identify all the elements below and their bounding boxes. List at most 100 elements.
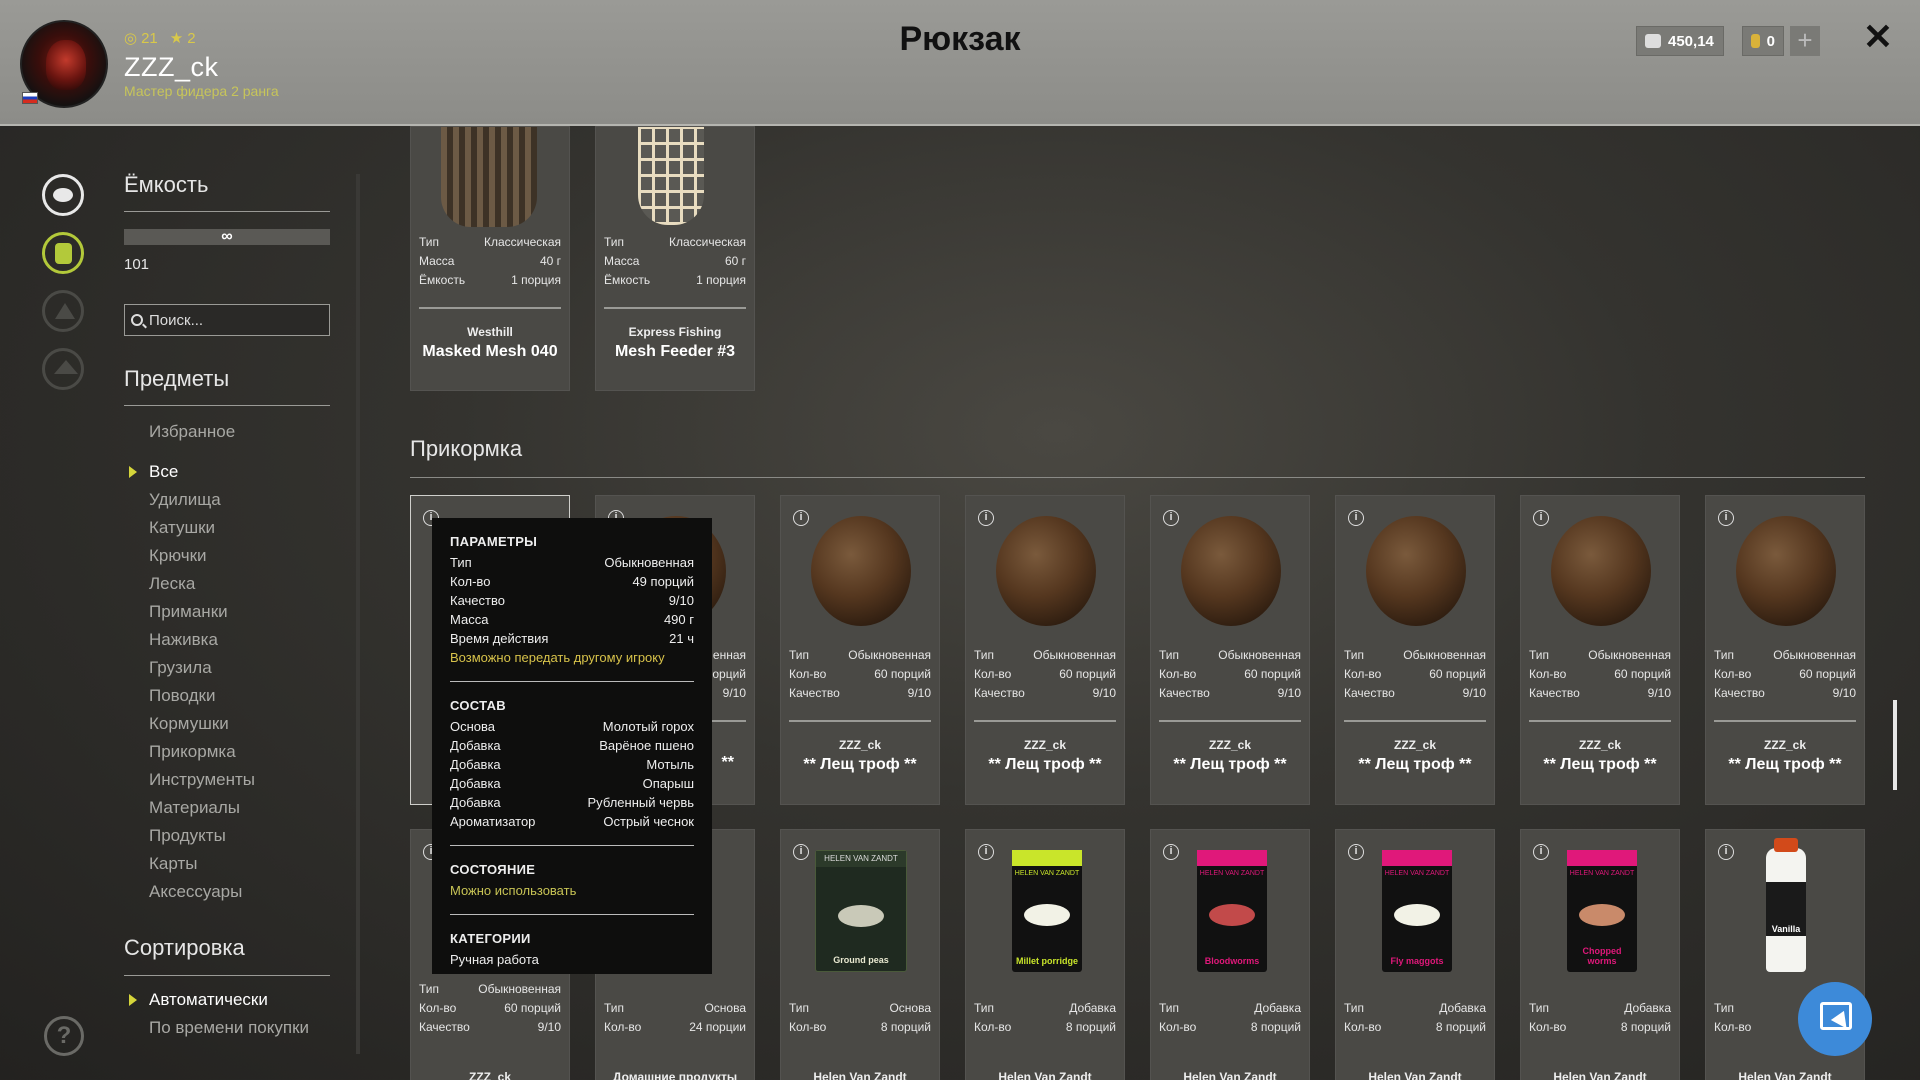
item-specs: Тип Обыкновенная Кол-во 60 порций Качество… <box>974 646 1116 703</box>
category-maps[interactable]: Карты <box>149 850 255 878</box>
spec-label: Тип <box>419 982 440 996</box>
category-food[interactable]: Продукты <box>149 822 255 850</box>
spec-value: 8 порций <box>1435 1020 1486 1034</box>
gold-balance: 0 <box>1742 26 1784 56</box>
info-icon[interactable]: i <box>1163 844 1179 860</box>
spec-value: 8 порций <box>880 1020 931 1034</box>
search-input[interactable] <box>149 311 319 329</box>
spec-value: Основа <box>704 1001 746 1015</box>
item-brand: Helen Van Zandt <box>1553 1070 1647 1080</box>
item-card[interactable]: i Тип Обыкновенная Кол-во 60 порций Качест… <box>1150 495 1310 805</box>
help-button[interactable]: ? <box>44 1016 84 1056</box>
info-icon[interactable]: i <box>1533 510 1549 526</box>
item-card[interactable]: Тип Классическая Масса 40 г Ёмкость 1 порци… <box>410 126 570 391</box>
item-card[interactable]: i Тип Обыкновенная Кол-во 60 порций Качест… <box>780 495 940 805</box>
fish-graphic <box>1579 904 1625 926</box>
category-lures[interactable]: Приманки <box>149 598 255 626</box>
tooltip-value: Молотый горох <box>602 719 694 734</box>
category-line[interactable]: Леска <box>149 570 255 598</box>
player-rank: Мастер фидера 2 ранга <box>124 83 279 99</box>
spec-value: 9/10 <box>537 1020 561 1034</box>
fly-maggots-package-image: HELEN VAN ZANDT Fly maggots <box>1382 850 1452 972</box>
category-reels[interactable]: Катушки <box>149 514 255 542</box>
spec-value: 9/10 <box>1092 686 1116 700</box>
content-scrollbar[interactable] <box>1893 700 1897 790</box>
item-card[interactable]: i Тип Обыкновенная Кол-во 60 порций Качест… <box>965 495 1125 805</box>
category-feeders[interactable]: Кормушки <box>149 710 255 738</box>
feeder-image <box>441 127 537 227</box>
millet-package-image: HELEN VAN ZANDT Millet porridge <box>1012 850 1082 972</box>
category-hooks[interactable]: Крючки <box>149 542 255 570</box>
category-materials[interactable]: Материалы <box>149 794 255 822</box>
tooltip-value: Опарыш <box>642 776 694 791</box>
spec-value: 9/10 <box>1647 686 1671 700</box>
item-card[interactable]: i HELEN VAN ZANDT Millet porridge Тип Доб… <box>965 829 1125 1080</box>
info-icon[interactable]: i <box>1163 510 1179 526</box>
spec-label: Тип <box>604 235 625 249</box>
info-icon[interactable]: i <box>1533 844 1549 860</box>
category-all[interactable]: Все <box>128 458 255 486</box>
item-card[interactable]: Тип Классическая Масса 60 г Ёмкость 1 порци… <box>595 126 755 391</box>
category-rods[interactable]: Удилища <box>149 486 255 514</box>
info-icon[interactable]: i <box>793 510 809 526</box>
spec-label: Тип <box>1714 1001 1735 1015</box>
fish-icon[interactable] <box>42 174 84 216</box>
sort-auto[interactable]: Автоматически <box>128 986 309 1014</box>
pack-brand: HELEN VAN ZANDT <box>1014 870 1080 877</box>
backpack-icon[interactable] <box>42 232 84 274</box>
pack-brand: HELEN VAN ZANDT <box>1569 870 1635 877</box>
item-card[interactable]: i Тип Обыкновенная Кол-во 60 порций Качест… <box>1335 495 1495 805</box>
item-card[interactable]: i HELEN VAN ZANDT Ground peas Тип Основа … <box>780 829 940 1080</box>
info-icon[interactable]: i <box>978 844 994 860</box>
info-icon[interactable]: i <box>1718 510 1734 526</box>
category-sinkers[interactable]: Грузила <box>149 654 255 682</box>
tooltip-section-title: СОСТАВ <box>450 698 506 713</box>
spec-value: Классическая <box>669 235 746 249</box>
tooltip-label: Добавка <box>450 776 501 791</box>
spec-label: Тип <box>1529 648 1550 662</box>
fish-graphic <box>1394 904 1440 926</box>
spec-value: енная <box>712 648 746 662</box>
boat-icon[interactable] <box>42 290 84 332</box>
spec-value: 60 порций <box>1244 667 1301 681</box>
category-accessories[interactable]: Аксессуары <box>149 878 255 906</box>
category-bait[interactable]: Наживка <box>149 626 255 654</box>
top-bar: ◎ 21 ★ 2 ZZZ_ck Мастер фидера 2 ранга Рюкз… <box>0 0 1920 126</box>
category-leaders[interactable]: Поводки <box>149 682 255 710</box>
category-tools[interactable]: Инструменты <box>149 766 255 794</box>
info-icon[interactable]: i <box>1348 510 1364 526</box>
spec-value: 60 порций <box>1614 667 1671 681</box>
pack-band <box>1567 850 1637 866</box>
item-card[interactable]: i Тип Обыкновенная Кол-во 60 порций Качест… <box>1520 495 1680 805</box>
pack-label: Millet porridge <box>1015 956 1078 966</box>
tooltip-label: Основа <box>450 719 496 734</box>
spec-value: Обыкновенная <box>848 648 931 662</box>
close-button[interactable]: ✕ <box>1862 19 1894 55</box>
pack-label: Vanilla <box>1771 924 1801 934</box>
category-groundbait[interactable]: Прикормка <box>149 738 255 766</box>
vanilla-bottle-image: Vanilla <box>1766 838 1806 972</box>
divider <box>124 211 330 212</box>
pack-band <box>1382 850 1452 866</box>
info-icon[interactable]: i <box>1348 844 1364 860</box>
info-icon[interactable]: i <box>978 510 994 526</box>
search-box[interactable] <box>124 304 330 336</box>
item-card[interactable]: i HELEN VAN ZANDT Chopped worms Тип Добав… <box>1520 829 1680 1080</box>
info-icon[interactable]: i <box>1718 844 1734 860</box>
sidebar-scrollbar[interactable] <box>356 174 360 1054</box>
category-favorites[interactable]: Избранное <box>149 418 255 446</box>
item-card[interactable]: i HELEN VAN ZANDT Bloodworms Тип Добавка … <box>1150 829 1310 1080</box>
add-currency-button[interactable]: + <box>1790 26 1820 56</box>
spec-label: Тип <box>789 1001 810 1015</box>
item-card[interactable]: i Тип Обыкновенная Кол-во 60 порций Качест… <box>1705 495 1865 805</box>
home-icon[interactable] <box>42 348 84 390</box>
tooltip-value: Рубленный червь <box>587 795 694 810</box>
spec-value: Классическая <box>484 235 561 249</box>
sort-purchase-time[interactable]: По времени покупки <box>149 1014 309 1042</box>
cursor-mode-button[interactable] <box>1798 982 1872 1056</box>
chopped-worms-package-image: HELEN VAN ZANDT Chopped worms <box>1567 850 1637 972</box>
item-card[interactable]: i HELEN VAN ZANDT Fly maggots Тип Добавка… <box>1335 829 1495 1080</box>
spec-label: Кол-во <box>1529 1020 1567 1034</box>
info-icon[interactable]: i <box>793 844 809 860</box>
spec-value: 9/10 <box>907 686 931 700</box>
